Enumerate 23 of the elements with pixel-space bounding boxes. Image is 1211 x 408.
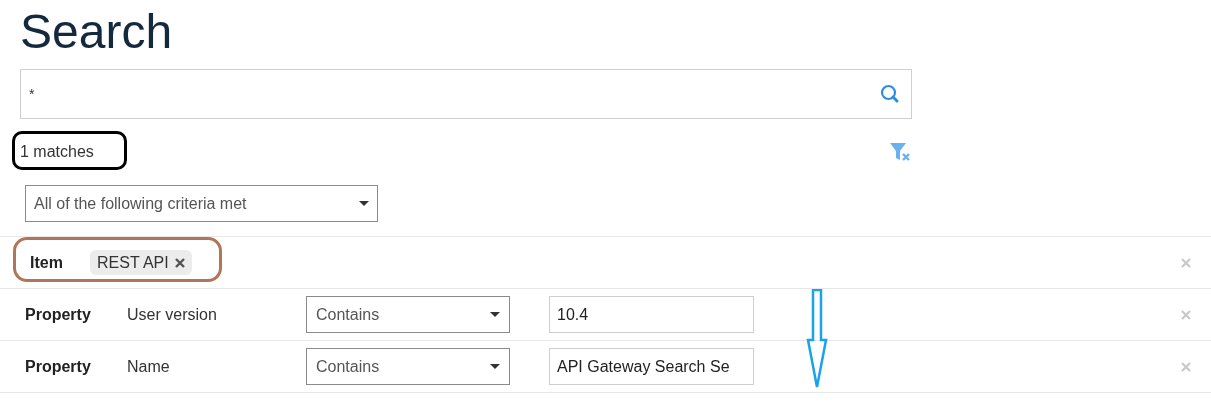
operator-dropdown[interactable]: Contains (306, 348, 510, 385)
remove-icon[interactable] (1181, 257, 1191, 268)
remove-icon[interactable] (1181, 309, 1191, 320)
tag-chip: REST API (90, 250, 192, 275)
criterion-label: Property (25, 356, 92, 377)
criterion-label: Property (25, 304, 92, 325)
remove-icon[interactable] (1181, 361, 1191, 372)
value-field[interactable]: 10.4 (549, 296, 754, 333)
operator-dropdown[interactable]: Contains (306, 296, 510, 333)
caret-icon (490, 312, 500, 317)
search-icon[interactable] (880, 84, 900, 104)
clear-filter-icon[interactable] (889, 141, 911, 163)
property-name: Name (127, 356, 171, 377)
match-count: 1 matches (20, 142, 94, 162)
value-field[interactable]: API Gateway Search Se (549, 348, 754, 385)
criteria-dropdown[interactable]: All of the following criteria met (25, 185, 378, 222)
search-field[interactable]: * (20, 69, 912, 119)
property-name: User version (127, 304, 218, 325)
page-title: Search (20, 4, 174, 60)
criterion-label: Item (30, 252, 64, 273)
caret-icon (359, 201, 369, 206)
caret-icon (490, 364, 500, 369)
remove-tag-icon[interactable] (174, 257, 185, 268)
